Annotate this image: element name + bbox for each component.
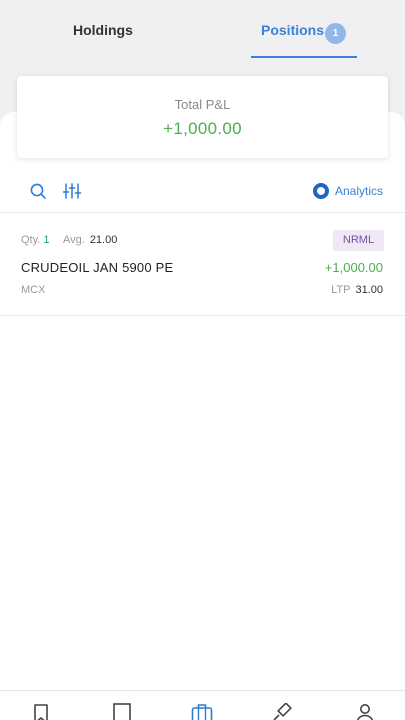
- position-row[interactable]: Qty. 1 Avg. 21.00 NRML CRUDEOIL JAN 5900 P…: [0, 213, 405, 316]
- search-icon[interactable]: [27, 180, 49, 202]
- briefcase-icon[interactable]: [191, 703, 213, 720]
- analytics-icon: [312, 183, 329, 199]
- tab-positions[interactable]: Positions: [261, 22, 324, 38]
- divider: [0, 315, 405, 316]
- book-icon[interactable]: [111, 703, 133, 720]
- analytics-label: Analytics: [334, 184, 383, 198]
- average-price: Avg. 21.00: [63, 234, 118, 246]
- bookmark-icon[interactable]: [30, 703, 52, 720]
- instrument-name: CRUDEOIL JAN 5900 PE: [21, 260, 174, 275]
- average-price-value: 21.00: [89, 234, 118, 246]
- positions-count-badge: 1: [325, 23, 346, 44]
- ltp-value: 31.00: [355, 284, 383, 296]
- person-icon[interactable]: [354, 703, 376, 720]
- sliders-icon[interactable]: [61, 180, 83, 202]
- analytics-button[interactable]: Analytics: [312, 181, 383, 201]
- product-badge: NRML: [333, 230, 384, 251]
- position-pnl: +1,000.00: [324, 260, 383, 275]
- quantity: Qty. 1: [21, 234, 50, 246]
- tab-bar: Holdings Positions 1: [0, 0, 405, 60]
- total-pnl-value: +1,000.00: [163, 119, 242, 138]
- total-pnl-label: Total P&L: [174, 97, 231, 112]
- exchange-label: MCX: [21, 284, 46, 296]
- tab-holdings[interactable]: Holdings: [73, 22, 133, 38]
- positions-toolbar: Analytics: [0, 172, 405, 212]
- active-tab-indicator: [251, 56, 357, 58]
- last-traded-price: LTP 31.00: [331, 284, 383, 296]
- gavel-icon[interactable]: [273, 703, 295, 720]
- total-pnl-card: Total P&L +1,000.00: [17, 76, 388, 158]
- bottom-navigation: [0, 690, 405, 720]
- quantity-value: 1: [43, 234, 50, 246]
